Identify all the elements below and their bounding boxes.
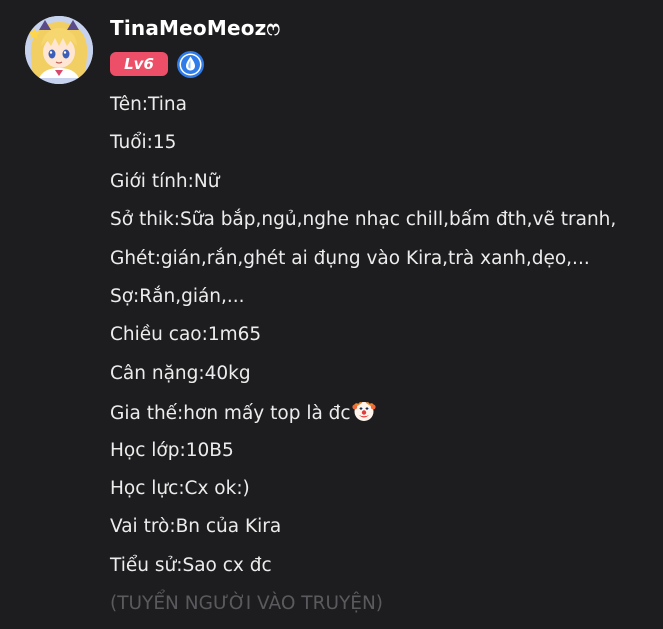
bio-line-academic: Học lực:Cx ok:) [110, 477, 250, 499]
bio-line-fears: Sợ:Rắn,gián,... [110, 285, 245, 307]
bio-line-dislikes: Ghét:gián,rắn,ghét ai đụng vào Kira,trà … [110, 247, 590, 269]
author-username[interactable]: TinaMeoMeozෆ [110, 16, 280, 40]
bio-line-age: Tuổi:15 [110, 132, 177, 154]
anime-girl-avatar-icon [25, 16, 93, 84]
bio-line-family: Gia thế:hơn mấy top là đc [110, 399, 616, 437]
author-avatar[interactable] [25, 16, 93, 84]
level-badge: Lv6 [110, 52, 168, 76]
bio-line-name: Tên:Tina [110, 94, 187, 115]
blue-droplet-badge-icon [176, 50, 205, 79]
bio-line-backstory: Tiểu sử:Sao cx đc [110, 554, 272, 576]
bio-line-family-text: Gia thế:hơn mấy top là đc [110, 403, 351, 425]
bio-line-recruitment: (TUYỂN NGƯỜI VÀO TRUYỆN) [110, 593, 384, 615]
bio-line-gender: Giới tính:Nữ [110, 170, 220, 192]
bio-line-hobbies: Sở thik:Sữa bắp,ngủ,nghe nhạc chill,bấm … [110, 209, 617, 231]
bio-line-class: Học lớp:10B5 [110, 439, 234, 461]
bio-line-height: Chiều cao:1m65 [110, 324, 262, 346]
post-container: TinaMeoMeozෆ Lv6 Tên:Tina Tuổi:15 Giới t… [0, 0, 663, 614]
clown-face-emoji-icon [351, 399, 376, 423]
bio-line-role: Vai trò:Bn của Kira [110, 516, 282, 538]
bio-list: Tên:Tina Tuổi:15 Giới tính:Nữ Sở thik:Sữ… [110, 92, 616, 629]
bio-line-weight: Cân nặng:40kg [110, 362, 251, 384]
